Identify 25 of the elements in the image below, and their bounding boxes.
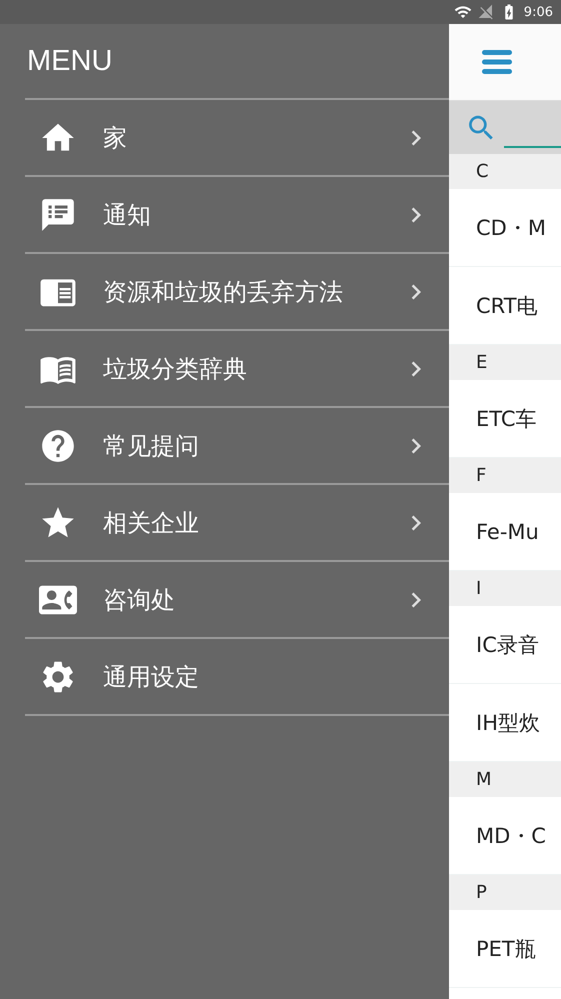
section-header: I xyxy=(449,571,561,606)
no-signal-icon xyxy=(478,4,494,20)
section-header: F xyxy=(449,458,561,493)
menu-item-label: 通知 xyxy=(103,200,152,230)
menu-item[interactable]: 资源和垃圾的丢弃方法 xyxy=(25,254,449,331)
section-header: M xyxy=(449,762,561,797)
menu-item[interactable]: 垃圾分类辞典 xyxy=(25,331,449,408)
menu-item[interactable]: 通知 xyxy=(25,177,449,254)
menu-item[interactable]: 常见提问 xyxy=(25,408,449,485)
menu-item[interactable]: 咨询处 xyxy=(25,562,449,639)
list-item[interactable]: PET瓶 xyxy=(449,910,561,988)
menu-item-label: 常见提问 xyxy=(103,430,200,462)
list-item[interactable]: CD・M xyxy=(449,189,561,267)
clock: 9:06 xyxy=(524,4,553,20)
section-header: P xyxy=(449,875,561,910)
menu-item-label: 垃圾分类辞典 xyxy=(103,354,248,384)
menu-item-label: 相关企业 xyxy=(103,508,200,538)
section-header: C xyxy=(449,154,561,189)
section-header: E xyxy=(449,345,561,380)
list-item[interactable]: IC录音 xyxy=(449,606,561,684)
menu-icon[interactable] xyxy=(481,48,513,76)
menu-item-label: 咨询处 xyxy=(103,584,176,616)
menu-item-label: 资源和垃圾的丢弃方法 xyxy=(103,276,344,308)
menu-item-label: 通用设定 xyxy=(103,662,200,692)
menu-item-label: 家 xyxy=(103,122,128,154)
